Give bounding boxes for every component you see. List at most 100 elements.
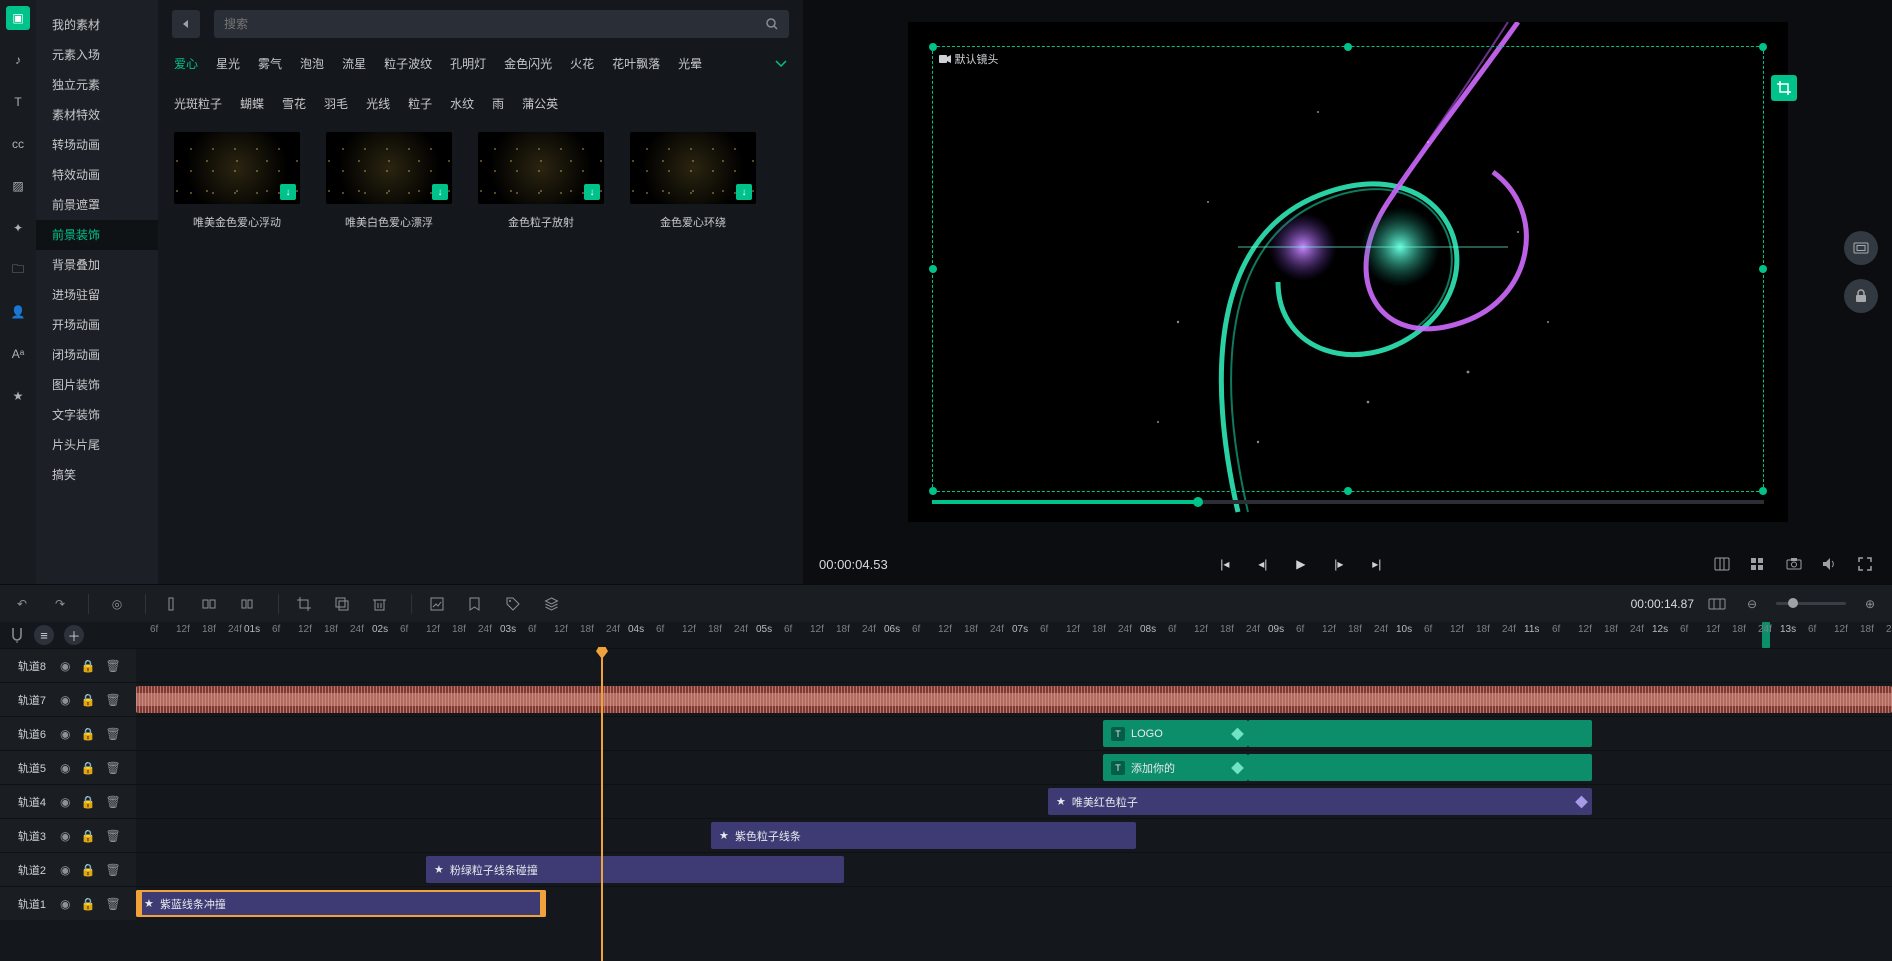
category-item[interactable]: 闭场动画 — [36, 340, 158, 370]
category-item[interactable]: 元素入场 — [36, 40, 158, 70]
crop-button[interactable] — [1771, 75, 1797, 101]
selection-box[interactable]: 默认镜头 — [932, 46, 1764, 492]
category-item[interactable]: 进场驻留 — [36, 280, 158, 310]
timeline-clip[interactable]: TLOGO — [1103, 720, 1248, 747]
star-icon[interactable]: ★ — [6, 384, 30, 408]
folder-icon[interactable]: 🗀 — [6, 258, 30, 282]
track-delete-button[interactable]: 🗑 — [105, 761, 120, 775]
track-filter-button[interactable]: ≡ — [34, 625, 54, 645]
filter-tag[interactable]: 雪花 — [282, 94, 306, 114]
search-icon[interactable] — [765, 17, 779, 31]
timeline-clip[interactable]: ★唯美红色粒子 — [1048, 788, 1592, 815]
track-lock-button[interactable]: 🔒 — [80, 761, 95, 775]
safe-zone-button[interactable] — [1844, 231, 1878, 265]
filter-tag[interactable]: 光线 — [366, 94, 390, 114]
track-lock-button[interactable]: 🔒 — [80, 863, 95, 877]
edit-image-button[interactable] — [430, 597, 450, 611]
delete-button[interactable] — [373, 597, 393, 611]
track-lock-button[interactable]: 🔒 — [80, 693, 95, 707]
next-frame-button[interactable]: |▸ — [1330, 557, 1348, 571]
download-icon[interactable]: ↓ — [280, 184, 296, 200]
split-button[interactable] — [164, 597, 184, 611]
filter-tag[interactable]: 水纹 — [450, 94, 474, 114]
track-delete-button[interactable]: 🗑 — [105, 693, 120, 707]
category-item[interactable]: 特效动画 — [36, 160, 158, 190]
crop-tool-button[interactable] — [297, 597, 317, 611]
snapshot-button[interactable] — [1786, 557, 1804, 571]
filter-tag[interactable]: 孔明灯 — [450, 54, 486, 74]
keyframe-icon[interactable] — [1575, 795, 1588, 808]
timeline-clip[interactable]: T添加你的 — [1103, 754, 1248, 781]
expand-tags-button[interactable] — [775, 60, 787, 68]
go-start-button[interactable]: |◂ — [1216, 557, 1234, 571]
back-button[interactable] — [172, 10, 200, 38]
zoom-out-button[interactable]: ⊖ — [1742, 597, 1762, 611]
track-delete-button[interactable]: 🗑 — [105, 863, 120, 877]
layers-button[interactable] — [544, 597, 564, 611]
track-lane[interactable] — [136, 649, 1892, 682]
download-icon[interactable]: ↓ — [584, 184, 600, 200]
track-delete-button[interactable]: 🗑 — [105, 897, 120, 911]
timeline-clip[interactable]: ★紫色粒子线条 — [711, 822, 1136, 849]
asset-thumbnail[interactable]: ↓唯美白色爱心漂浮 — [326, 132, 452, 230]
track-visibility-button[interactable]: ◉ — [60, 693, 70, 707]
filter-tag[interactable]: 光斑粒子 — [174, 94, 222, 114]
category-item[interactable]: 开场动画 — [36, 310, 158, 340]
filter-tag[interactable]: 蒲公英 — [522, 94, 558, 114]
category-item[interactable]: 搞笑 — [36, 460, 158, 490]
track-visibility-button[interactable]: ◉ — [60, 863, 70, 877]
timeline-clip[interactable] — [1248, 720, 1592, 747]
filter-tag[interactable]: 雾气 — [258, 54, 282, 74]
category-item[interactable]: 独立元素 — [36, 70, 158, 100]
grid-button[interactable] — [1750, 557, 1768, 571]
track-lane[interactable]: ★粉绿粒子线条碰撞 — [136, 853, 1892, 886]
asset-thumbnail[interactable]: ↓金色爱心环绕 — [630, 132, 756, 230]
preview-scrubber[interactable] — [932, 500, 1764, 504]
undo-button[interactable]: ↶ — [12, 597, 32, 611]
track-lane[interactable] — [136, 683, 1892, 716]
category-item[interactable]: 片头片尾 — [36, 430, 158, 460]
category-item[interactable]: 背景叠加 — [36, 250, 158, 280]
track-lane[interactable]: ★唯美红色粒子 — [136, 785, 1892, 818]
preview-canvas[interactable]: 默认镜头 — [908, 22, 1788, 522]
text-icon[interactable]: T — [6, 90, 30, 114]
track-visibility-button[interactable]: ◉ — [60, 829, 70, 843]
split-right-button[interactable] — [240, 597, 260, 611]
timeline-clip[interactable]: ★紫蓝线条冲撞 — [136, 890, 546, 917]
filter-tag[interactable]: 火花 — [570, 54, 594, 74]
mark-button[interactable] — [468, 597, 488, 611]
search-input[interactable] — [224, 17, 765, 31]
timeline-clip[interactable] — [1248, 754, 1592, 781]
redo-button[interactable]: ↷ — [50, 597, 70, 611]
search-box[interactable] — [214, 10, 789, 38]
track-delete-button[interactable]: 🗑 — [105, 829, 120, 843]
track-delete-button[interactable]: 🗑 — [105, 727, 120, 741]
cc-icon[interactable]: cc — [6, 132, 30, 156]
track-visibility-button[interactable]: ◉ — [60, 727, 70, 741]
filter-tag[interactable]: 雨 — [492, 94, 504, 114]
track-lock-button[interactable]: 🔒 — [80, 829, 95, 843]
fit-button[interactable] — [1708, 598, 1728, 610]
magnet-button[interactable] — [10, 627, 24, 643]
category-item[interactable]: 素材特效 — [36, 100, 158, 130]
category-item[interactable]: 转场动画 — [36, 130, 158, 160]
track-lock-button[interactable]: 🔒 — [80, 795, 95, 809]
filter-tag[interactable]: 星光 — [216, 54, 240, 74]
plugin-icon[interactable]: ✦ — [6, 216, 30, 240]
track-visibility-button[interactable]: ◉ — [60, 795, 70, 809]
lock-button[interactable] — [1844, 279, 1878, 313]
copy-button[interactable] — [335, 597, 355, 611]
asset-thumbnail[interactable]: ↓金色粒子放射 — [478, 132, 604, 230]
media-icon[interactable]: ▣ — [6, 6, 30, 30]
category-item[interactable]: 我的素材 — [36, 10, 158, 40]
audio-icon[interactable]: ♪ — [6, 48, 30, 72]
category-item[interactable]: 前景遮罩 — [36, 190, 158, 220]
filter-tag[interactable]: 金色闪光 — [504, 54, 552, 74]
keyframe-icon[interactable] — [1231, 761, 1244, 774]
time-ruler[interactable]: 6f12f18f24f01s6f12f18f24f02s6f12f18f24f0… — [136, 622, 1892, 648]
volume-button[interactable] — [1822, 557, 1840, 571]
target-button[interactable]: ◎ — [107, 597, 127, 611]
filter-tag[interactable]: 粒子波纹 — [384, 54, 432, 74]
fullscreen-button[interactable] — [1858, 557, 1876, 571]
track-lane[interactable]: TLOGO — [136, 717, 1892, 750]
